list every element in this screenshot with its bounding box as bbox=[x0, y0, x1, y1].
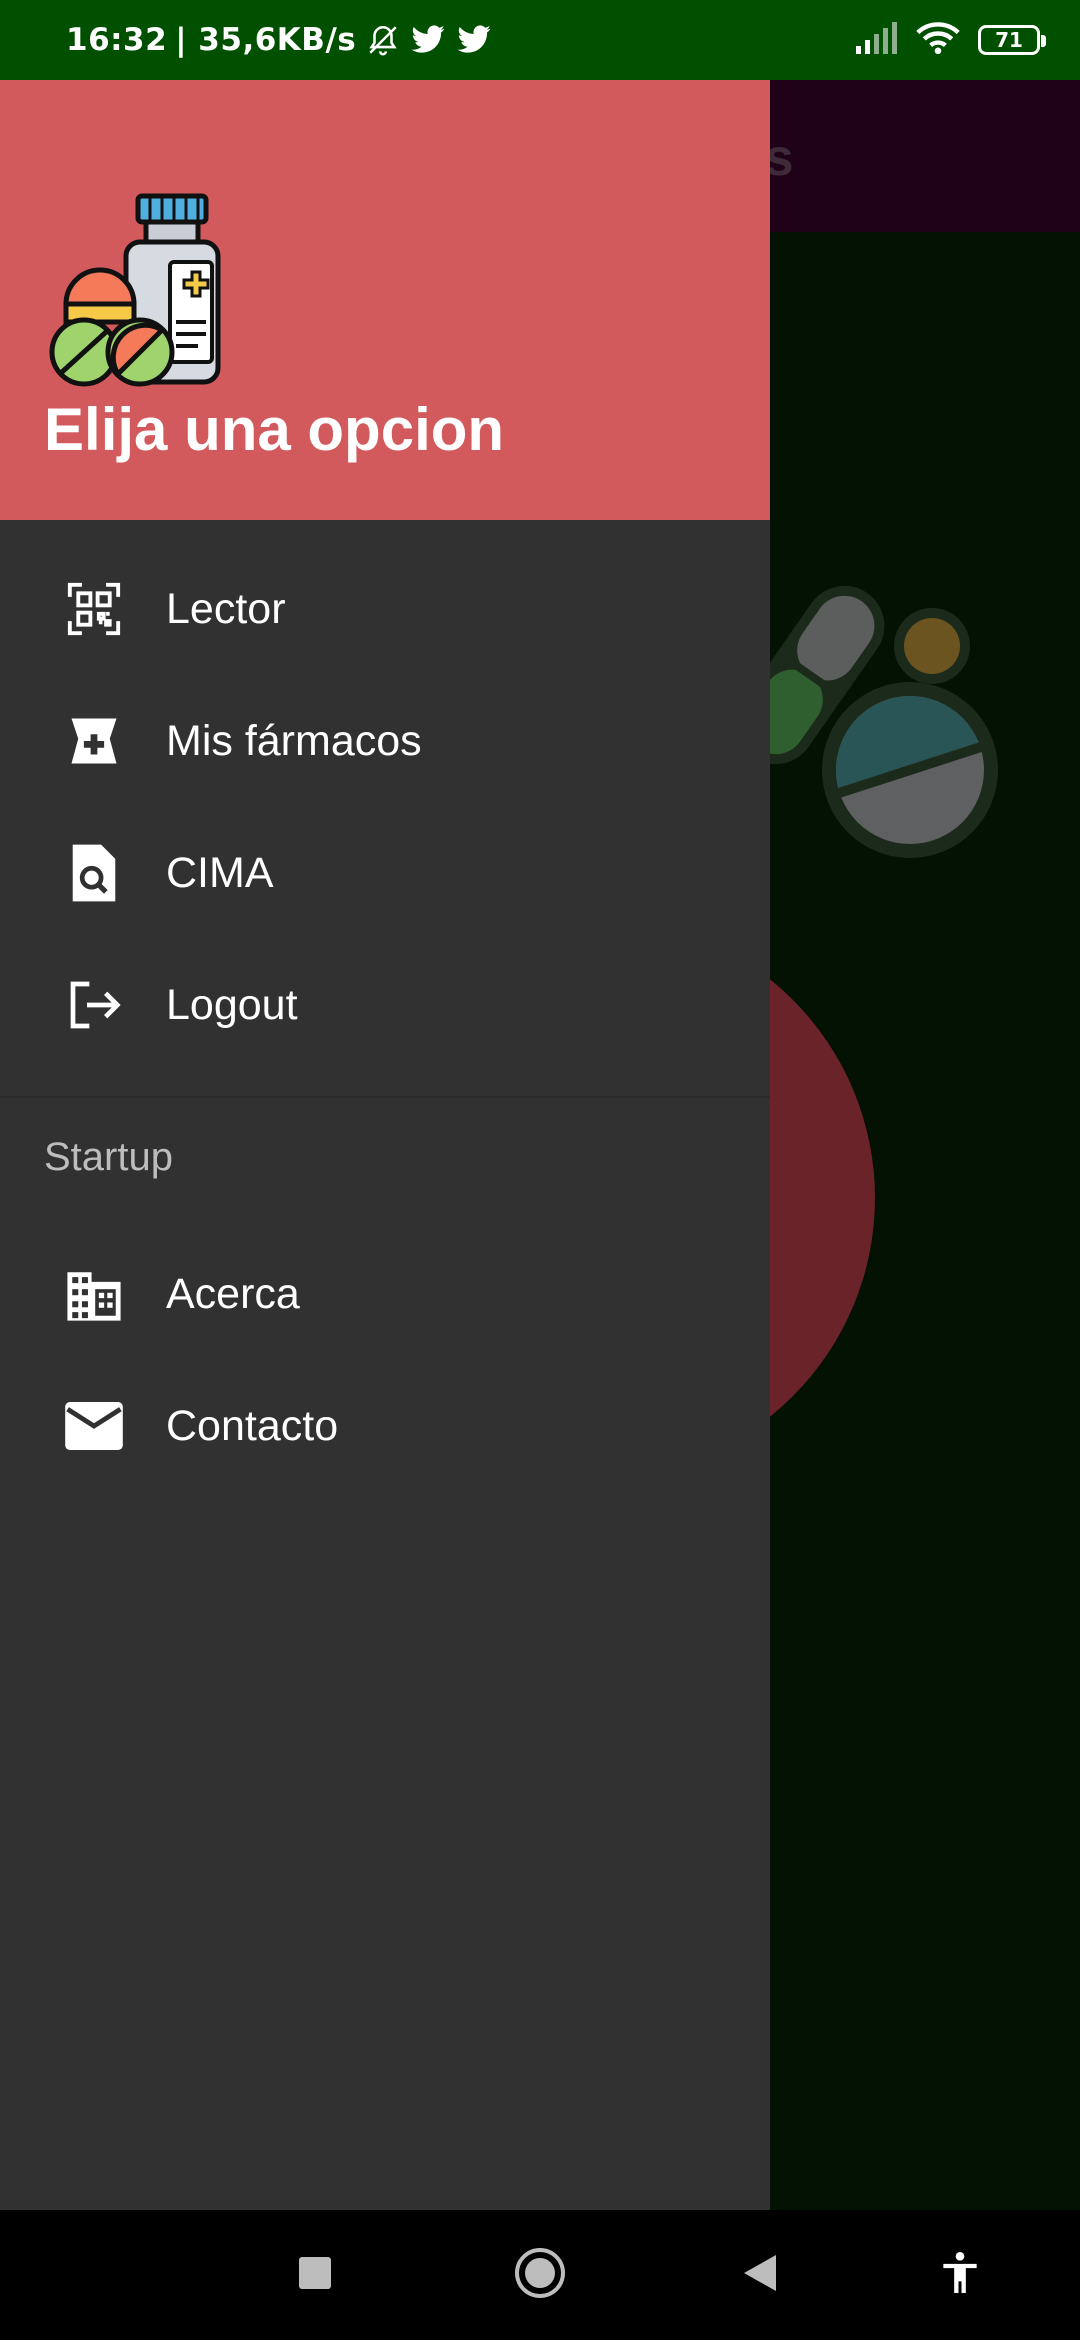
status-bar: 16:32 | 35,6KB/s 71 bbox=[0, 0, 1080, 80]
mail-icon bbox=[64, 1396, 124, 1456]
clock: 16:32 bbox=[66, 22, 168, 58]
twitter-icon bbox=[456, 24, 492, 56]
logout-icon bbox=[64, 975, 124, 1035]
home-button[interactable] bbox=[505, 2210, 575, 2340]
pills-logo-icon bbox=[49, 193, 221, 387]
drawer-item-lector[interactable]: Lector bbox=[0, 543, 770, 675]
drawer-title: Elija una opcion bbox=[44, 396, 505, 463]
back-button[interactable] bbox=[730, 2210, 790, 2340]
drawer-item-label: Contacto bbox=[166, 1401, 339, 1450]
battery-icon: 71 bbox=[978, 25, 1046, 55]
battery-level: 71 bbox=[995, 28, 1023, 52]
navigation-drawer: Elija una opcion Lector Mis fármacos CIM… bbox=[0, 80, 770, 2210]
network-speed: | 35,6KB/s bbox=[175, 22, 357, 58]
qr-scanner-icon bbox=[64, 579, 124, 639]
medicine-icon bbox=[64, 711, 124, 771]
drawer-item-label: Acerca bbox=[166, 1269, 300, 1318]
drawer-item-label: Lector bbox=[166, 584, 286, 633]
building-icon bbox=[64, 1264, 124, 1324]
signal-icon bbox=[854, 21, 898, 59]
muted-bell-icon bbox=[366, 23, 400, 57]
accessibility-icon bbox=[940, 2251, 980, 2300]
system-nav-bar bbox=[0, 2210, 1080, 2340]
drawer-item-label: CIMA bbox=[166, 848, 274, 897]
drawer-item-label: Mis fármacos bbox=[166, 716, 422, 765]
drawer-divider bbox=[0, 1096, 770, 1098]
home-icon bbox=[513, 2246, 567, 2305]
drawer-header: Elija una opcion bbox=[0, 80, 770, 520]
file-search-icon bbox=[64, 843, 124, 903]
twitter-icon bbox=[410, 24, 446, 56]
drawer-item-contacto[interactable]: Contacto bbox=[0, 1360, 770, 1492]
drawer-item-logout[interactable]: Logout bbox=[0, 939, 770, 1071]
drawer-section-title: Startup bbox=[44, 1135, 173, 1179]
back-icon bbox=[742, 2253, 778, 2298]
accessibility-button[interactable] bbox=[930, 2210, 990, 2340]
background-round-pill bbox=[822, 682, 998, 858]
wifi-icon bbox=[916, 21, 960, 60]
recents-icon bbox=[298, 2256, 332, 2295]
drawer-item-acerca[interactable]: Acerca bbox=[0, 1228, 770, 1360]
drawer-item-mis-farmacos[interactable]: Mis fármacos bbox=[0, 675, 770, 807]
drawer-item-label: Logout bbox=[166, 980, 298, 1029]
drawer-item-cima[interactable]: CIMA bbox=[0, 807, 770, 939]
recents-button[interactable] bbox=[285, 2210, 345, 2340]
